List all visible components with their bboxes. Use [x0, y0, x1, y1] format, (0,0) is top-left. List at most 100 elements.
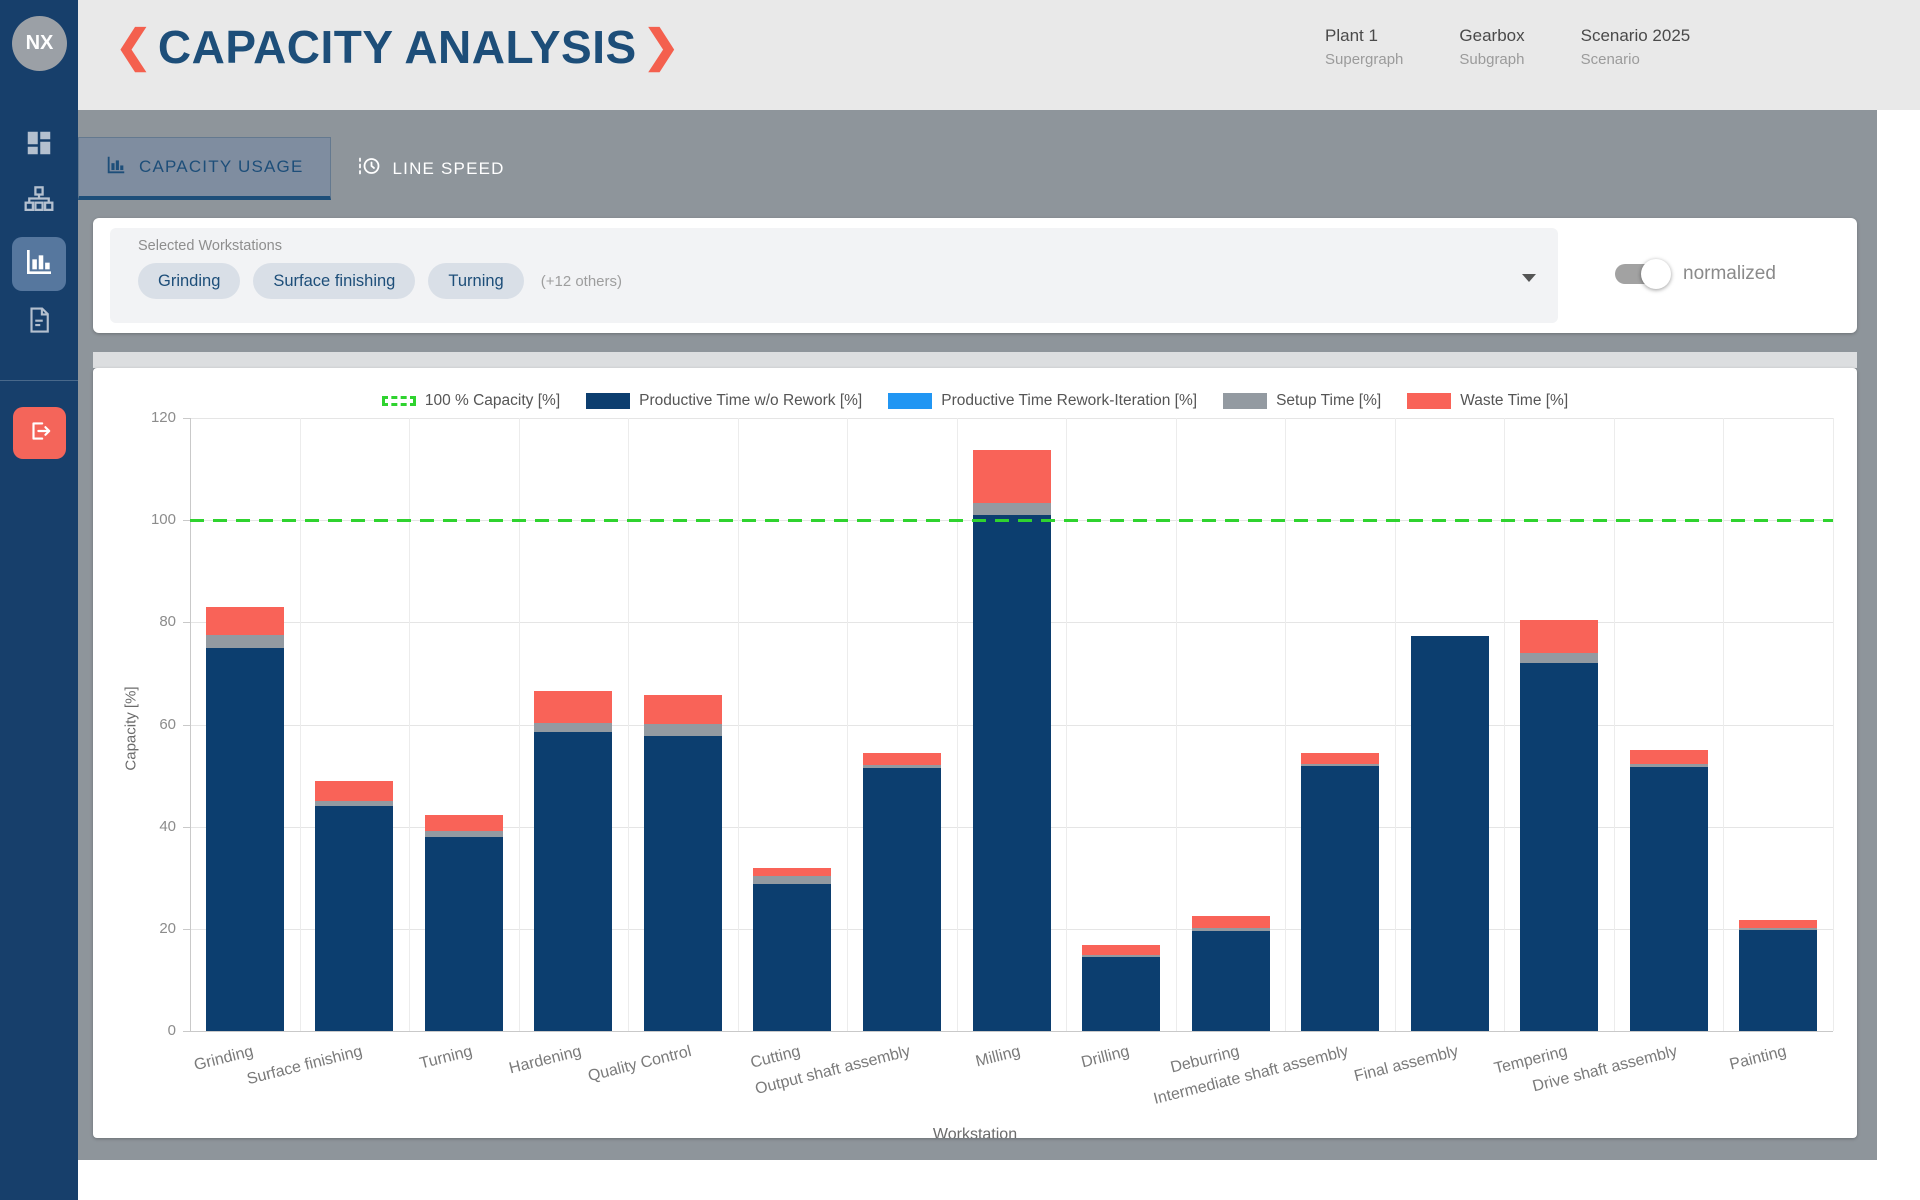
bar-segment[interactable]	[1082, 955, 1160, 958]
bar-segment[interactable]	[863, 765, 941, 768]
bar-segment[interactable]	[206, 607, 284, 635]
bar-segment[interactable]	[1301, 764, 1379, 767]
gridline-vertical	[1614, 418, 1615, 1031]
y-tick-label: 40	[116, 818, 176, 835]
legend-item[interactable]: Productive Time w/o Rework [%]	[586, 392, 862, 410]
legend-swatch	[586, 393, 630, 409]
bar-segment[interactable]	[1082, 945, 1160, 955]
bar-segment[interactable]	[753, 876, 831, 884]
chip-grinding[interactable]: Grinding	[138, 263, 240, 299]
bar-segment[interactable]	[1630, 750, 1708, 764]
sidebar-item-dashboard[interactable]	[0, 128, 78, 163]
bar-segment[interactable]	[534, 723, 612, 732]
gridline-vertical	[1833, 418, 1834, 1031]
bar-segment[interactable]	[1192, 931, 1270, 1031]
bar-segment[interactable]	[1630, 767, 1708, 1031]
gridline-vertical	[738, 418, 739, 1031]
gridline-vertical	[1723, 418, 1724, 1031]
context-value: Plant 1	[1325, 26, 1403, 46]
sidebar-item-hierarchy[interactable]	[0, 184, 78, 221]
bar-segment[interactable]	[753, 884, 831, 1031]
logout-button[interactable]	[13, 407, 66, 459]
bar-segment[interactable]	[1739, 930, 1817, 1031]
bar-segment[interactable]	[1192, 928, 1270, 932]
normalized-toggle[interactable]	[1615, 262, 1667, 286]
bar-segment[interactable]	[1630, 764, 1708, 767]
header: ❮ CAPACITY ANALYSIS ❯ Plant 1 Supergraph…	[78, 0, 1920, 110]
x-tick-label: Cutting	[749, 1043, 803, 1073]
title-right-chevron-icon: ❯	[643, 25, 680, 69]
y-tick-label: 0	[116, 1022, 176, 1039]
bar-segment[interactable]	[973, 515, 1051, 1031]
bar-segment[interactable]	[973, 503, 1051, 515]
legend-label: Productive Time Rework-Iteration [%]	[941, 392, 1197, 410]
page-title: CAPACITY ANALYSIS	[152, 24, 643, 70]
legend-label: Setup Time [%]	[1276, 392, 1381, 410]
bar-segment[interactable]	[315, 806, 393, 1031]
chart-legend: 100 % Capacity [%] Productive Time w/o Re…	[93, 392, 1857, 410]
y-tick-mark	[183, 418, 190, 419]
sidebar-item-report[interactable]	[0, 305, 78, 340]
legend-label: Waste Time [%]	[1460, 392, 1568, 410]
y-tick-mark	[183, 622, 190, 623]
hierarchy-icon	[23, 184, 55, 221]
bar-segment[interactable]	[644, 695, 722, 724]
bar-segment[interactable]	[863, 753, 941, 766]
document-icon	[24, 305, 54, 340]
bar-segment[interactable]	[315, 801, 393, 806]
y-tick-label: 80	[116, 613, 176, 630]
bar-segment[interactable]	[425, 815, 503, 831]
gridline-vertical	[1176, 418, 1177, 1031]
chip-turning[interactable]: Turning	[428, 263, 523, 299]
bar-segment[interactable]	[206, 648, 284, 1031]
legend-item[interactable]: Setup Time [%]	[1223, 392, 1381, 410]
legend-swatch	[1223, 393, 1267, 409]
toggle-thumb	[1641, 259, 1671, 289]
bar-segment[interactable]	[1082, 957, 1160, 1031]
capacity-reference-line	[190, 519, 1833, 522]
workstation-select-label: Selected Workstations	[138, 238, 1538, 254]
bar-segment[interactable]	[973, 450, 1051, 503]
bar-segment[interactable]	[1411, 636, 1489, 1031]
bar-segment[interactable]	[1301, 766, 1379, 1031]
bar-segment[interactable]	[644, 736, 722, 1031]
gridline-vertical	[1395, 418, 1396, 1031]
gridline-vertical	[519, 418, 520, 1031]
bar-segment[interactable]	[1520, 663, 1598, 1031]
chevron-down-icon[interactable]	[1522, 274, 1536, 282]
legend-item[interactable]: 100 % Capacity [%]	[382, 392, 560, 410]
app-logo[interactable]: NX	[12, 16, 67, 71]
context-supergraph[interactable]: Plant 1 Supergraph	[1325, 26, 1403, 68]
y-tick-label: 20	[116, 920, 176, 937]
bar-segment[interactable]	[1739, 928, 1817, 930]
bar-segment[interactable]	[1192, 916, 1270, 928]
tab-capacity-usage[interactable]: CAPACITY USAGE	[78, 137, 331, 200]
bar-segment[interactable]	[1739, 920, 1817, 928]
bar-segment[interactable]	[1520, 653, 1598, 663]
sidebar-item-capacity-analysis[interactable]	[12, 237, 66, 291]
workstation-select[interactable]: Selected Workstations Grinding Surface f…	[110, 228, 1558, 323]
chart-card: 100 % Capacity [%] Productive Time w/o Re…	[93, 368, 1857, 1138]
context-scenario[interactable]: Scenario 2025 Scenario	[1581, 26, 1691, 68]
context-subgraph[interactable]: Gearbox Subgraph	[1459, 26, 1524, 68]
bar-segment[interactable]	[644, 724, 722, 736]
bar-segment[interactable]	[863, 768, 941, 1031]
chip-row: Grinding Surface finishing Turning (+12 …	[138, 263, 1538, 299]
context-breadcrumb: Plant 1 Supergraph Gearbox Subgraph Scen…	[1325, 26, 1690, 68]
bar-segment[interactable]	[425, 837, 503, 1031]
legend-item[interactable]: Productive Time Rework-Iteration [%]	[888, 392, 1197, 410]
chip-surface-finishing[interactable]: Surface finishing	[253, 263, 415, 299]
bar-segment[interactable]	[1301, 753, 1379, 764]
tab-line-speed[interactable]: LINE SPEED	[331, 137, 531, 200]
legend-item[interactable]: Waste Time [%]	[1407, 392, 1568, 410]
bar-segment[interactable]	[425, 831, 503, 837]
gridline-vertical	[300, 418, 301, 1031]
bar-segment[interactable]	[534, 732, 612, 1031]
bar-segment[interactable]	[753, 868, 831, 877]
context-value: Gearbox	[1459, 26, 1524, 46]
main-area: CAPACITY USAGE LINE SPEED Selected Works…	[78, 110, 1877, 1160]
bar-segment[interactable]	[1520, 620, 1598, 653]
bar-segment[interactable]	[206, 635, 284, 648]
bar-segment[interactable]	[534, 691, 612, 723]
bar-segment[interactable]	[315, 781, 393, 801]
